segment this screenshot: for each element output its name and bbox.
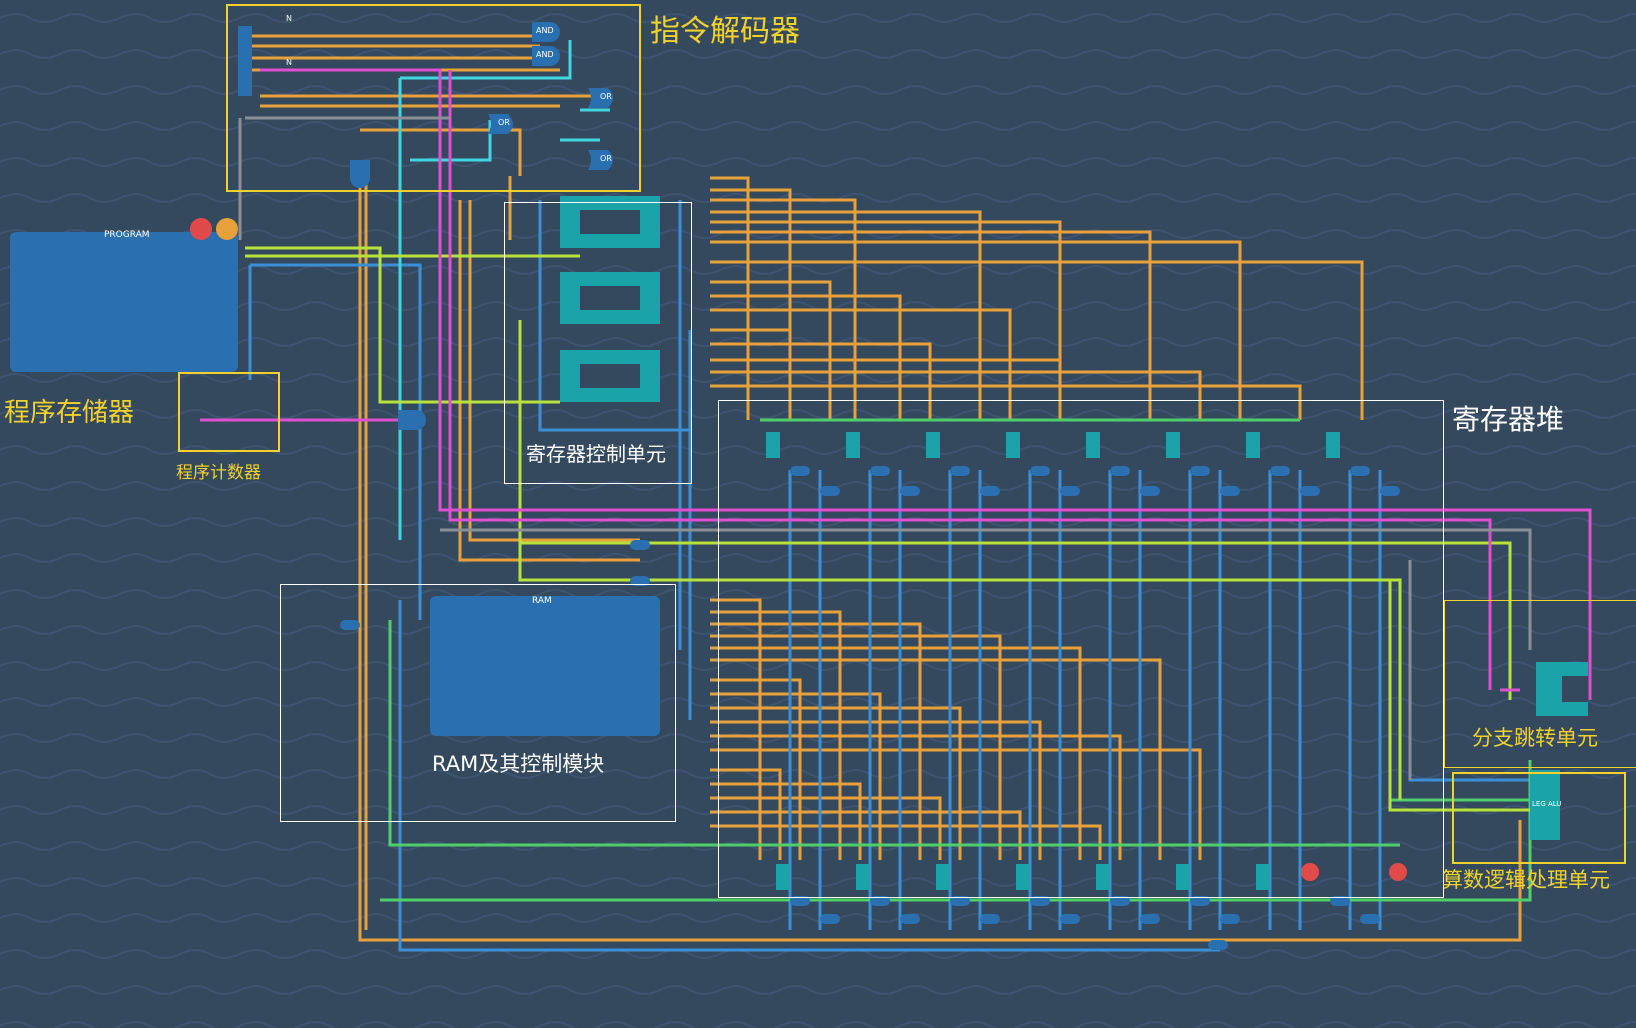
not-gate-label-1: N (286, 14, 292, 23)
label-branch-unit: 分支跳转单元 (1472, 726, 1598, 750)
label-register-file: 寄存器堆 (1452, 403, 1565, 436)
region-ram (280, 584, 676, 822)
region-alu (1452, 772, 1626, 864)
label-alu-unit: 算数逻辑处理单元 (1442, 868, 1610, 892)
and-gate-pc (398, 410, 426, 430)
region-decoder (226, 4, 641, 192)
alu-title: LEG ALU (1532, 800, 1562, 808)
region-program-counter (178, 372, 280, 452)
not-gate-label-2: N (286, 58, 292, 67)
label-instruction-decoder: 指令解码器 (650, 14, 800, 49)
program-title: PROGRAM (104, 230, 150, 240)
ram-title: RAM (532, 596, 552, 606)
label-ram-module: RAM及其控制模块 (432, 752, 605, 776)
program-button-orange (216, 218, 238, 240)
and-gate-label-1: AND (536, 26, 554, 35)
label-register-control: 寄存器控制单元 (526, 442, 666, 466)
region-register-file (718, 400, 1444, 898)
or-gate-label-3: OR (600, 154, 612, 163)
program-memory-block (10, 218, 238, 372)
label-program-memory: 程序存储器 (4, 398, 135, 428)
and-gate-label-2: AND (536, 50, 554, 59)
or-gate-label-1: OR (600, 92, 612, 101)
or-gate-label-2: OR (498, 118, 510, 127)
program-button-red (190, 218, 212, 240)
label-program-counter: 程序计数器 (176, 463, 261, 483)
